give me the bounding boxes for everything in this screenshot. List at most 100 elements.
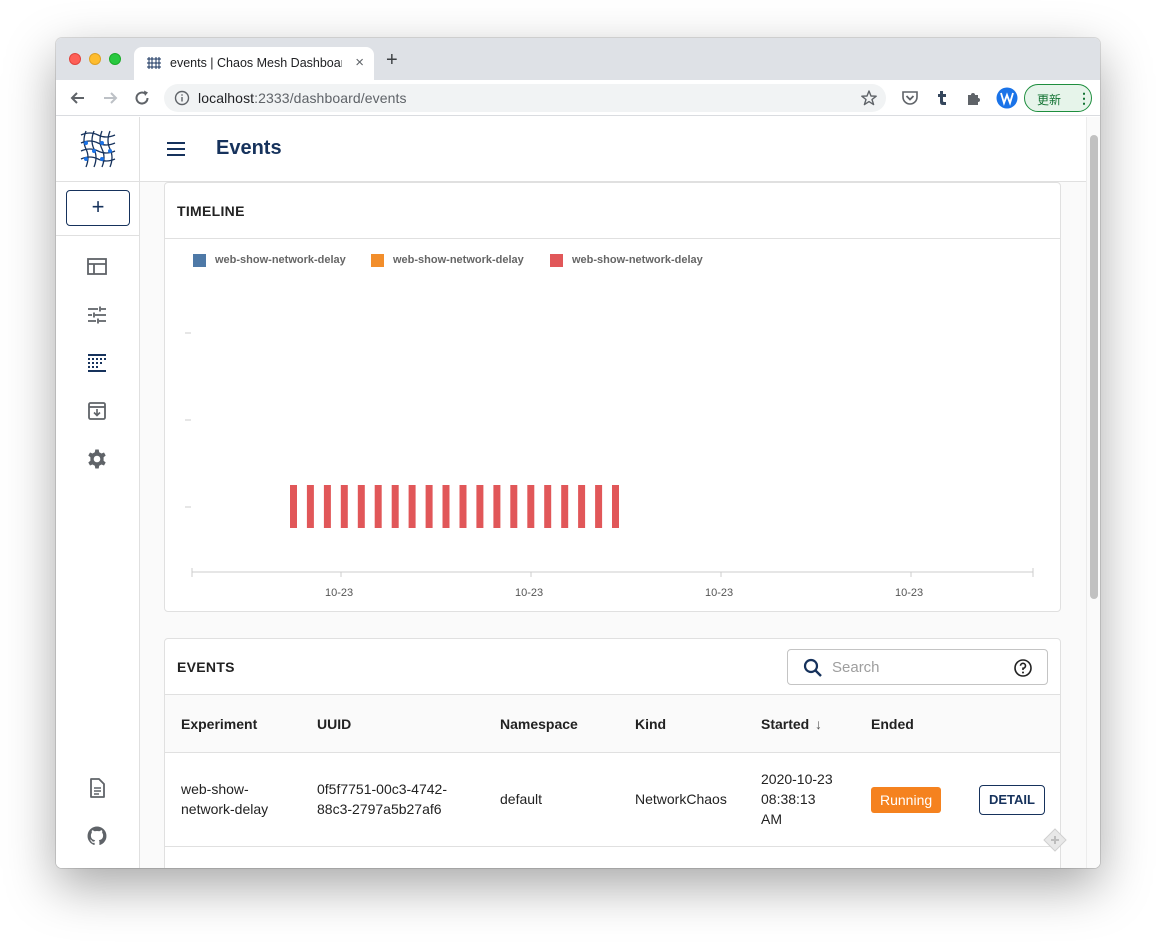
maximize-window-button[interactable] (109, 53, 121, 65)
page-title: Events (216, 137, 282, 159)
github-icon[interactable] (86, 825, 108, 847)
timeline-bar (476, 485, 484, 528)
close-window-button[interactable] (69, 53, 81, 65)
browser-tab[interactable]: events | Chaos Mesh Dashboard × (134, 47, 374, 80)
feedback-widget-icon[interactable] (1042, 827, 1068, 853)
app-header: Events (140, 117, 1086, 182)
table-header: Experiment UUID Namespace Kind Started ↓… (165, 695, 1060, 753)
timeline-title: TIMELINE (177, 203, 245, 219)
x-tick-label: 10-23 (705, 587, 734, 599)
column-header-experiment[interactable]: Experiment (181, 716, 257, 732)
url-host: localhost (198, 90, 255, 106)
minimize-window-button[interactable] (89, 53, 101, 65)
pocket-icon[interactable] (901, 89, 919, 107)
cell-started: 2020-10-23 (761, 864, 833, 868)
timeline-bar (323, 485, 331, 528)
tab-strip: events | Chaos Mesh Dashboard × + (56, 38, 1100, 80)
timeline-bar (425, 485, 433, 528)
back-arrow-icon[interactable] (68, 88, 88, 108)
table-row[interactable]: 2020-10-23 2020-10-23 (165, 847, 1060, 868)
timeline-bar (544, 485, 552, 528)
site-info-icon[interactable] (174, 90, 190, 106)
column-header-namespace[interactable]: Namespace (500, 716, 578, 732)
help-icon[interactable] (1013, 658, 1033, 678)
events-title: EVENTS (177, 659, 235, 675)
x-tick-label: 10-23 (325, 587, 354, 599)
new-tab-button[interactable]: + (386, 50, 398, 70)
sidebar-divider (56, 181, 140, 182)
timeline-bar (442, 485, 450, 528)
experiments-icon[interactable] (86, 304, 108, 326)
update-button[interactable]: 更新 ⋮ (1024, 84, 1092, 112)
search-icon (803, 658, 822, 677)
timeline-bar (357, 485, 365, 528)
url-path: :2333/dashboard/events (254, 90, 407, 106)
docs-icon[interactable] (86, 777, 108, 799)
sidebar: + (56, 117, 140, 868)
timeline-card: TIMELINE web-show-network-delay web-show… (164, 182, 1061, 612)
browser-menu-icon[interactable]: ⋮ (1077, 89, 1091, 107)
bookmark-star-icon[interactable] (860, 89, 878, 107)
archives-icon[interactable] (86, 400, 108, 422)
column-header-kind[interactable]: Kind (635, 716, 666, 732)
timeline-bar (391, 485, 399, 528)
chaos-mesh-favicon-icon (147, 57, 161, 69)
sidebar-divider (56, 235, 140, 236)
reload-icon[interactable] (132, 88, 152, 108)
tumblr-icon[interactable] (933, 89, 951, 107)
x-tick-label: 10-23 (895, 587, 924, 599)
dashboard-page: + Events TIMELINE web-show-network-delay… (56, 117, 1100, 868)
status-badge: Running (871, 787, 942, 813)
new-experiment-button[interactable]: + (66, 190, 130, 226)
timeline-bar (290, 485, 297, 528)
timeline-chart (185, 332, 1034, 577)
timeline-marks (185, 332, 1034, 577)
cell-kind: NetworkChaos (635, 791, 727, 807)
timeline-bar (612, 485, 619, 528)
timeline-bar (578, 485, 586, 528)
tab-title: events | Chaos Mesh Dashboard (170, 56, 342, 70)
events-card-header: EVENTS (165, 639, 1060, 695)
profile-avatar-icon[interactable] (996, 87, 1018, 109)
legend-swatch (371, 254, 384, 267)
forward-arrow-icon[interactable] (100, 88, 120, 108)
events-icon[interactable] (86, 352, 108, 374)
overview-icon[interactable] (86, 256, 108, 278)
cell-uuid: 0f5f7751-00c3-4742- 88c3-2797a5b27af6 (317, 781, 447, 817)
extensions-puzzle-icon[interactable] (965, 89, 983, 107)
cell-experiment: web-show- network-delay (181, 781, 269, 817)
cell-ended: 2020-10-23 (871, 864, 943, 868)
browser-toolbar: localhost:2333/dashboard/events 更新 ⋮ (56, 80, 1100, 116)
timeline-bar (493, 485, 501, 528)
scrollbar-thumb[interactable] (1090, 135, 1098, 599)
column-header-started[interactable]: Started (761, 716, 809, 732)
main-content: TIMELINE web-show-network-delay web-show… (140, 182, 1086, 868)
search-box[interactable] (787, 649, 1048, 685)
timeline-bar (340, 485, 348, 528)
cell-namespace: default (500, 791, 543, 807)
timeline-card-header: TIMELINE (165, 183, 1060, 239)
timeline-bar (595, 485, 603, 528)
legend-label: web-show-network-delay (572, 254, 703, 266)
chaos-mesh-logo-icon[interactable] (78, 129, 118, 169)
column-header-uuid[interactable]: UUID (317, 716, 351, 732)
address-bar[interactable]: localhost:2333/dashboard/events (164, 84, 886, 112)
timeline-bar (374, 485, 382, 528)
settings-icon[interactable] (86, 448, 108, 470)
timeline-bar (527, 485, 535, 528)
timeline-bar (561, 485, 569, 528)
hamburger-menu-icon[interactable] (166, 141, 186, 157)
events-card: EVENTS Exp (164, 638, 1061, 868)
cell-started: 2020-10-23 08:38:13 AM (761, 771, 833, 827)
timeline-bar (510, 485, 518, 528)
legend-swatch (193, 254, 206, 267)
sort-arrow-icon[interactable]: ↓ (815, 716, 822, 732)
search-input[interactable] (832, 656, 1002, 678)
column-header-ended[interactable]: Ended (871, 716, 914, 732)
tab-close-icon[interactable]: × (355, 54, 364, 71)
detail-button[interactable]: DETAIL (979, 785, 1045, 815)
update-label: 更新 (1037, 93, 1062, 107)
url-text: localhost:2333/dashboard/events (198, 90, 407, 106)
timeline-bar (408, 485, 416, 528)
table-row[interactable]: web-show- network-delay 0f5f7751-00c3-47… (165, 753, 1060, 847)
